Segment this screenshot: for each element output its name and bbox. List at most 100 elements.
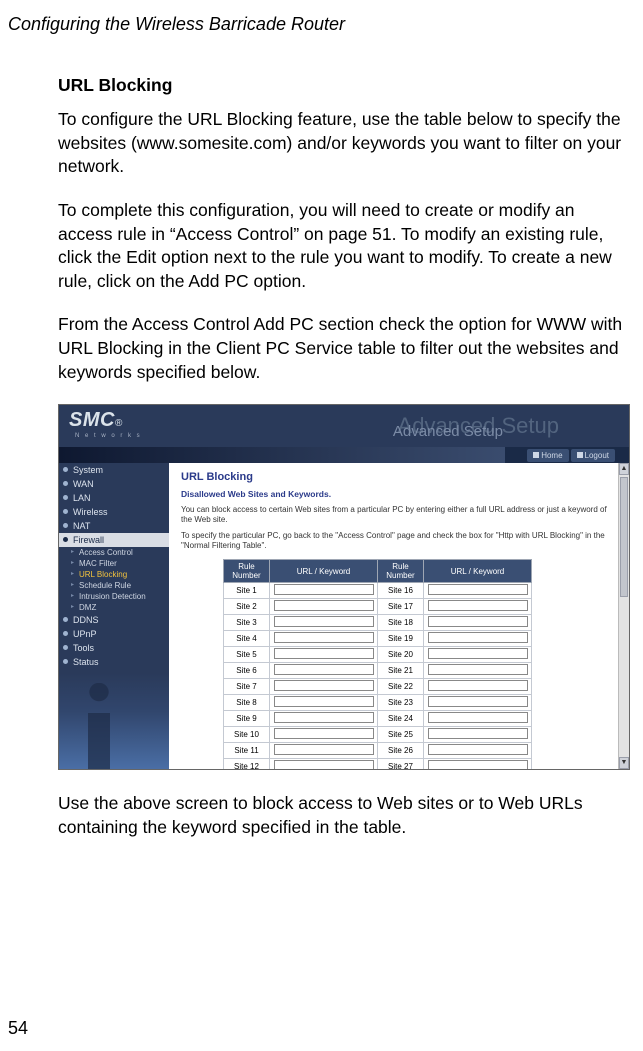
sidebar-item-wireless[interactable]: Wireless — [59, 505, 169, 519]
url-input[interactable] — [428, 632, 528, 643]
url-table-body: Site 1Site 16Site 2Site 17Site 3Site 18S… — [224, 583, 532, 770]
sidebar-item-wan[interactable]: WAN — [59, 477, 169, 491]
url-input-cell-right — [424, 647, 532, 663]
url-input-cell-right — [424, 711, 532, 727]
top-buttons: Home Logout — [527, 447, 615, 463]
url-input-cell-left — [270, 711, 378, 727]
url-input[interactable] — [274, 632, 374, 643]
url-input[interactable] — [428, 744, 528, 755]
url-input[interactable] — [274, 744, 374, 755]
url-blocking-table: Rule Number URL / Keyword Rule Number UR… — [223, 559, 532, 769]
main-subtitle: Disallowed Web Sites and Keywords. — [181, 489, 617, 499]
url-input[interactable] — [428, 600, 528, 611]
url-input[interactable] — [274, 648, 374, 659]
sidebar-item-nat[interactable]: NAT — [59, 519, 169, 533]
th-rule-right: Rule Number — [378, 560, 424, 583]
url-input-cell-right — [424, 695, 532, 711]
sidebar-sub-access-control[interactable]: Access Control — [59, 547, 169, 558]
sidebar-item-upnp[interactable]: UPnP — [59, 627, 169, 641]
site-label-left: Site 6 — [224, 663, 270, 679]
url-input-cell-right — [424, 583, 532, 599]
url-input[interactable] — [428, 584, 528, 595]
scrollbar[interactable]: ▲ ▼ — [618, 463, 629, 769]
section-heading: URL Blocking — [58, 75, 629, 96]
site-label-right: Site 17 — [378, 599, 424, 615]
url-input[interactable] — [428, 712, 528, 723]
home-label: Home — [541, 451, 562, 460]
brand-reg: ® — [115, 418, 122, 429]
sidebar-item-firewall[interactable]: Firewall — [59, 533, 169, 547]
site-label-left: Site 8 — [224, 695, 270, 711]
site-label-right: Site 26 — [378, 743, 424, 759]
url-input[interactable] — [274, 712, 374, 723]
url-input[interactable] — [274, 760, 374, 769]
site-label-left: Site 10 — [224, 727, 270, 743]
paragraph-3: From the Access Control Add PC section c… — [58, 313, 629, 384]
brand-text: SMC — [69, 409, 115, 432]
url-input-cell-right — [424, 631, 532, 647]
url-input[interactable] — [428, 680, 528, 691]
url-input-cell-right — [424, 759, 532, 770]
url-input-cell-right — [424, 615, 532, 631]
url-input[interactable] — [428, 728, 528, 739]
url-input[interactable] — [428, 760, 528, 769]
site-label-right: Site 23 — [378, 695, 424, 711]
sidebar-item-ddns[interactable]: DDNS — [59, 613, 169, 627]
screenshot-subheader: Home Logout — [59, 447, 629, 463]
sidebar-sub-schedule-rule[interactable]: Schedule Rule — [59, 580, 169, 591]
logout-button[interactable]: Logout — [571, 449, 615, 462]
home-icon — [533, 452, 539, 458]
url-input[interactable] — [428, 616, 528, 627]
sidebar-item-lan[interactable]: LAN — [59, 491, 169, 505]
table-row: Site 7Site 22 — [224, 679, 532, 695]
url-input[interactable] — [428, 648, 528, 659]
logout-icon — [577, 452, 583, 458]
scroll-up-button[interactable]: ▲ — [619, 463, 629, 475]
url-input-cell-right — [424, 679, 532, 695]
th-rule-left: Rule Number — [224, 560, 270, 583]
th-url-right: URL / Keyword — [424, 560, 532, 583]
main-panel: URL Blocking Disallowed Web Sites and Ke… — [169, 463, 629, 769]
url-input[interactable] — [274, 616, 374, 627]
sidebar-sub-mac-filter[interactable]: MAC Filter — [59, 558, 169, 569]
url-input[interactable] — [274, 696, 374, 707]
main-desc-1: You can block access to certain Web site… — [181, 505, 617, 525]
sidebar-item-status[interactable]: Status — [59, 655, 169, 669]
site-label-right: Site 24 — [378, 711, 424, 727]
url-input-cell-right — [424, 727, 532, 743]
url-input[interactable] — [428, 664, 528, 675]
url-input-cell-left — [270, 743, 378, 759]
page-number: 54 — [8, 1018, 28, 1039]
paragraph-1: To configure the URL Blocking feature, u… — [58, 108, 629, 179]
url-input[interactable] — [274, 728, 374, 739]
site-label-right: Site 16 — [378, 583, 424, 599]
header-gradient — [59, 447, 505, 463]
sidebar-item-tools[interactable]: Tools — [59, 641, 169, 655]
document-body: URL Blocking To configure the URL Blocki… — [0, 35, 643, 840]
paragraph-4: Use the above screen to block access to … — [58, 792, 629, 839]
url-input-cell-left — [270, 679, 378, 695]
router-ui-screenshot: SMC® N e t w o r k s Advanced Setup Adva… — [58, 404, 630, 770]
sidebar-item-system[interactable]: System — [59, 463, 169, 477]
site-label-right: Site 19 — [378, 631, 424, 647]
scroll-thumb[interactable] — [620, 477, 628, 597]
sidebar-sub-dmz[interactable]: DMZ — [59, 602, 169, 613]
url-input-cell-left — [270, 615, 378, 631]
url-input-cell-left — [270, 727, 378, 743]
url-input-cell-right — [424, 743, 532, 759]
table-row: Site 8 Site 23 — [224, 695, 532, 711]
url-input[interactable] — [274, 680, 374, 691]
sidebar-sub-url-blocking[interactable]: URL Blocking — [59, 569, 169, 580]
table-row: Site 12Site 27 — [224, 759, 532, 770]
url-table-wrap: Rule Number URL / Keyword Rule Number UR… — [181, 557, 617, 769]
sidebar-sub-intrusion-detection[interactable]: Intrusion Detection — [59, 591, 169, 602]
screenshot-header: SMC® N e t w o r k s Advanced Setup Adva… — [59, 405, 629, 447]
url-input[interactable] — [428, 696, 528, 707]
home-button[interactable]: Home — [527, 449, 568, 462]
url-input[interactable] — [274, 600, 374, 611]
url-input-cell-left — [270, 663, 378, 679]
url-input[interactable] — [274, 584, 374, 595]
scroll-down-button[interactable]: ▼ — [619, 757, 629, 769]
url-input[interactable] — [274, 664, 374, 675]
screenshot-body: System WAN LAN Wireless NAT Firewall Acc… — [59, 463, 629, 769]
